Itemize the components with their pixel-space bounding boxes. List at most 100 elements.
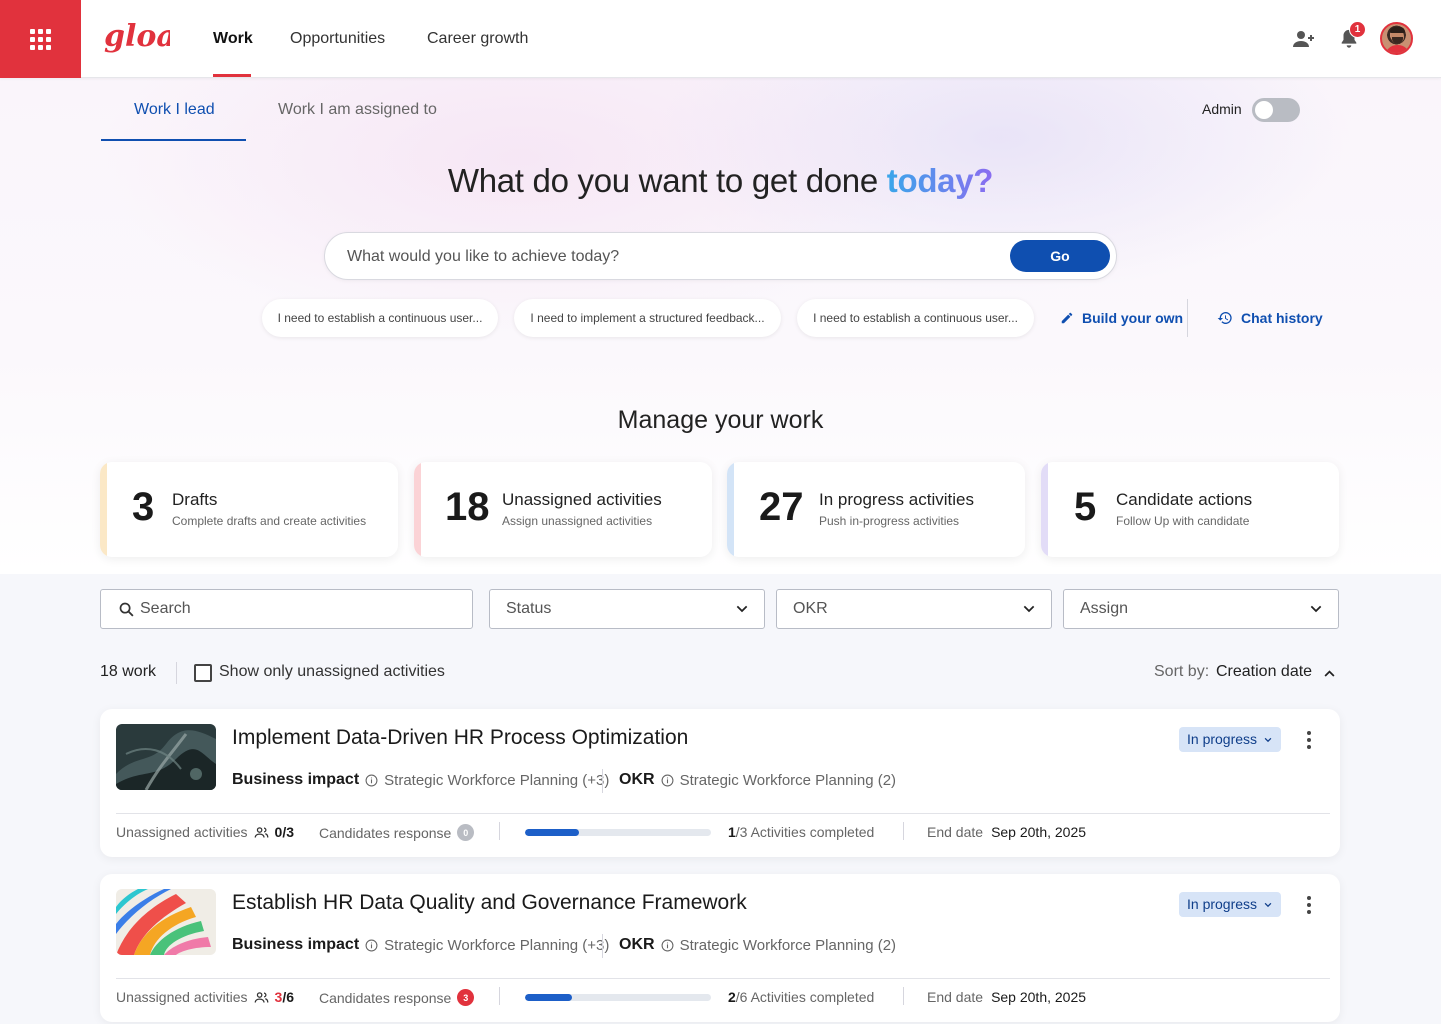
work-card[interactable]: Establish HR Data Quality and Governance…	[100, 874, 1340, 1022]
manage-work-title: Manage your work	[617, 406, 824, 434]
candidates-label: Candidates response	[319, 824, 452, 841]
add-person-icon[interactable]	[1291, 26, 1317, 52]
end-date-label: End date	[927, 989, 984, 1005]
unassigned-total: /3	[282, 824, 294, 840]
apps-grid-button[interactable]	[0, 0, 81, 78]
only-unassigned-label[interactable]: Show only unassigned activities	[219, 663, 445, 681]
work-title[interactable]: Implement Data-Driven HR Process Optimiz…	[232, 726, 688, 750]
tab-work-i-lead[interactable]: Work I lead	[134, 78, 215, 142]
divider	[499, 822, 500, 840]
svg-text:gloat: gloat	[104, 19, 170, 54]
stat-card-candidate-actions[interactable]: 5 Candidate actions Follow Up with candi…	[1041, 462, 1339, 557]
divider	[903, 987, 904, 1005]
candidates-response-info: Candidates response 3	[319, 989, 475, 1006]
business-impact-row: Business impact Strategic Workforce Plan…	[232, 771, 609, 789]
search-icon	[119, 602, 134, 617]
candidates-response-info: Candidates response 0	[319, 824, 475, 841]
info-icon[interactable]	[365, 939, 378, 952]
chevron-up-icon[interactable]	[1322, 666, 1337, 681]
tab-work-assigned[interactable]: Work I am assigned to	[278, 78, 437, 142]
chevron-down-icon	[1023, 605, 1035, 613]
stat-subtitle: Push in-progress activities	[819, 514, 960, 528]
stat-accent-bar	[100, 462, 107, 557]
divider	[602, 934, 603, 958]
stat-accent-bar	[727, 462, 734, 557]
end-date-value: Sep 20th, 2025	[991, 824, 1087, 840]
stat-card-drafts[interactable]: 3 Drafts Complete drafts and create acti…	[100, 462, 398, 557]
more-options-icon[interactable]	[1300, 729, 1318, 751]
stat-title: Candidate actions	[1116, 490, 1253, 509]
unassigned-activities-info: Unassigned activities 3/6	[116, 989, 294, 1005]
info-icon[interactable]	[365, 774, 378, 787]
activities-text: /3 Activities completed	[735, 824, 875, 840]
admin-toggle[interactable]	[1252, 98, 1300, 122]
info-icon[interactable]	[661, 774, 674, 787]
user-avatar[interactable]	[1380, 22, 1413, 55]
ai-search-input[interactable]	[347, 245, 987, 269]
divider	[176, 662, 177, 684]
suggestion-chip-3[interactable]: I need to establish a continuous user...	[797, 299, 1034, 337]
pencil-icon	[1061, 312, 1073, 324]
suggestion-chip-2[interactable]: I need to implement a structured feedbac…	[514, 299, 781, 337]
status-pill-label: In progress	[1187, 896, 1258, 912]
build-your-own-button[interactable]: Build your own	[1060, 307, 1183, 329]
stat-accent-bar	[414, 462, 421, 557]
nav-career-growth[interactable]: Career growth	[427, 0, 528, 78]
okr-label: OKR	[619, 936, 655, 953]
candidates-count-badge: 0	[457, 824, 475, 841]
only-unassigned-checkbox[interactable]	[194, 664, 212, 682]
go-button[interactable]: Go	[1010, 240, 1110, 272]
divider	[116, 813, 1330, 814]
suggestion-chip-1[interactable]: I need to establish a continuous user...	[262, 299, 498, 337]
stat-card-in-progress[interactable]: 27 In progress activities Push in-progre…	[727, 462, 1025, 557]
history-icon	[1217, 312, 1232, 324]
divider	[116, 978, 1330, 979]
okr-dropdown[interactable]: OKR	[776, 589, 1052, 629]
status-dropdown-pill[interactable]: In progress	[1179, 892, 1282, 917]
people-icon	[254, 991, 268, 1003]
chevron-down-icon	[736, 605, 748, 613]
activities-progress-bar	[525, 829, 711, 836]
stat-card-unassigned[interactable]: 18 Unassigned activities Assign unassign…	[414, 462, 712, 557]
business-impact-label: Business impact	[232, 936, 360, 953]
stat-subtitle: Assign unassigned activities	[502, 514, 653, 528]
notification-badge: 1	[1349, 21, 1366, 38]
stat-title: Drafts	[172, 490, 218, 509]
end-date-label: End date	[927, 824, 984, 840]
more-options-icon[interactable]	[1300, 894, 1318, 916]
stat-title: Unassigned activities	[502, 490, 662, 509]
work-title[interactable]: Establish HR Data Quality and Governance…	[232, 891, 747, 915]
candidates-label: Candidates response	[319, 989, 452, 1006]
activities-completed-info: 2/6 Activities completed	[728, 989, 874, 1005]
stat-accent-bar	[1041, 462, 1048, 557]
sort-dropdown[interactable]: Creation date	[1216, 663, 1312, 681]
nav-opportunities[interactable]: Opportunities	[290, 0, 385, 78]
business-impact-label: Business impact	[232, 771, 360, 788]
work-thumbnail	[116, 889, 216, 955]
info-icon[interactable]	[661, 939, 674, 952]
activities-completed-info: 1/3 Activities completed	[728, 824, 874, 840]
hero-title: What do you want to get done today?	[0, 162, 1441, 200]
okr-row: OKR Strategic Workforce Planning (2)	[619, 771, 896, 789]
nav-work[interactable]: Work	[213, 0, 253, 78]
okr-label: OKR	[619, 771, 655, 788]
stat-subtitle: Follow Up with candidate	[1116, 514, 1250, 528]
end-date-info: End date Sep 20th, 2025	[927, 989, 1086, 1005]
gloat-logo[interactable]: gloat	[104, 16, 170, 64]
work-card[interactable]: Implement Data-Driven HR Process Optimiz…	[100, 709, 1340, 857]
ai-search-bar: Go	[324, 232, 1117, 280]
activities-text: /6 Activities completed	[735, 989, 875, 1005]
business-impact-value: Strategic Workforce Planning (+3)	[384, 936, 610, 954]
end-date-info: End date Sep 20th, 2025	[927, 824, 1086, 840]
status-dropdown-pill[interactable]: In progress	[1179, 727, 1282, 752]
work-thumbnail	[116, 724, 216, 790]
divider	[602, 769, 603, 793]
tab-active-indicator	[101, 139, 246, 141]
divider	[499, 987, 500, 1005]
status-dropdown-label: Status	[506, 600, 552, 617]
grid-icon	[30, 28, 51, 50]
chat-history-button[interactable]: Chat history	[1217, 307, 1323, 329]
status-dropdown[interactable]: Status	[489, 589, 765, 629]
search-filter-input[interactable]: Search	[100, 589, 473, 629]
assign-dropdown[interactable]: Assign	[1063, 589, 1339, 629]
